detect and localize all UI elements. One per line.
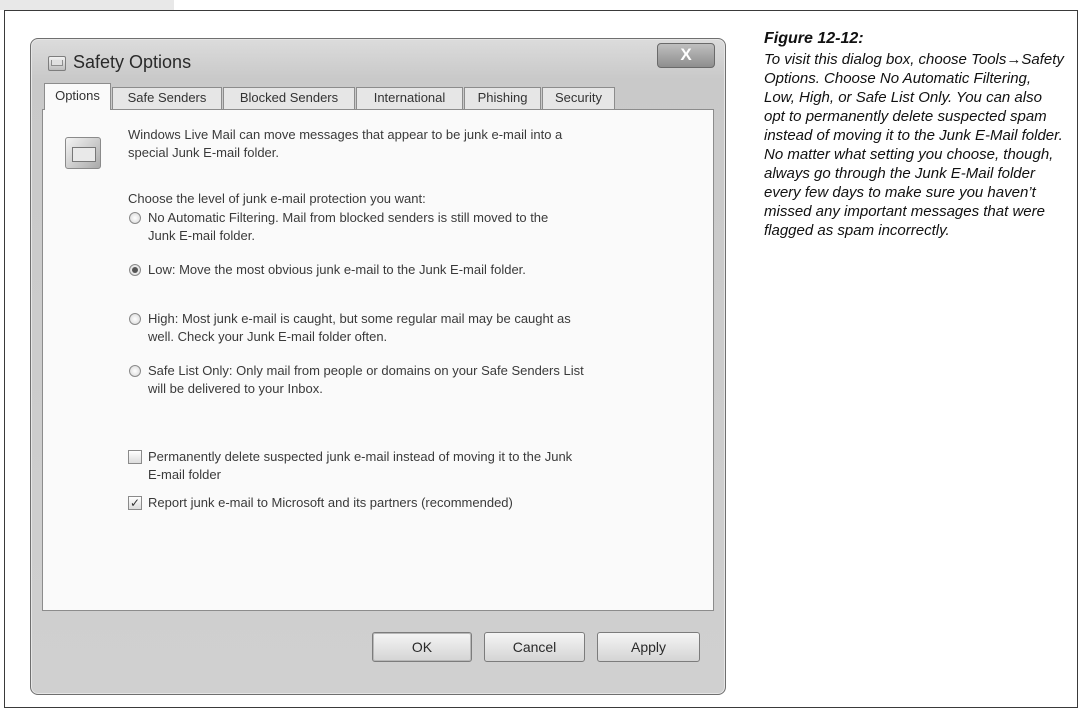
radio-safe-list-only-label: Safe List Only: Only mail from people or… — [148, 363, 584, 378]
intro-text-line1: Windows Live Mail can move messages that… — [128, 127, 563, 142]
radio-high-label-2: well. Check your Junk E-mail folder ofte… — [148, 329, 388, 344]
checkbox-report-junk-label: Report junk e-mail to Microsoft and its … — [148, 495, 513, 510]
radio-low-label: Low: Move the most obvious junk e-mail t… — [148, 262, 526, 277]
apply-button[interactable]: Apply — [597, 632, 700, 662]
title-bar[interactable]: Safety Options X — [31, 39, 725, 87]
window-icon — [48, 56, 66, 71]
figure-caption-title: Figure 12-12: — [764, 30, 864, 47]
tab-phishing[interactable]: Phishing — [464, 87, 541, 109]
radio-no-automatic-filtering-label: No Automatic Filtering. Mail from blocke… — [148, 210, 549, 225]
junk-mail-icon — [65, 137, 101, 169]
options-panel: Windows Live Mail can move messages that… — [42, 109, 714, 611]
radio-high-label: High: Most junk e-mail is caught, but so… — [148, 311, 571, 326]
window-title: Safety Options — [73, 52, 192, 72]
cancel-button[interactable]: Cancel — [484, 632, 585, 662]
radio-high[interactable] — [129, 313, 141, 325]
radio-safe-list-only-label-2: will be delivered to your Inbox. — [148, 381, 323, 396]
radio-no-automatic-filtering-label-2: Junk E-mail folder. — [148, 228, 255, 243]
checkbox-report-junk[interactable]: ✓ — [128, 496, 142, 510]
checkbox-permanently-delete[interactable] — [128, 450, 142, 464]
tab-strip: Options Safe Senders Blocked Senders Int… — [42, 83, 714, 110]
radio-safe-list-only[interactable] — [129, 365, 141, 377]
checkbox-permanently-delete-label: Permanently delete suspected junk e-mail… — [148, 449, 573, 464]
page-header-tab — [0, 0, 174, 10]
checkbox-permanently-delete-label-2: E-mail folder — [148, 467, 221, 482]
safety-options-dialog: Safety Options X Options Safe Senders Bl… — [30, 38, 726, 695]
protection-level-label: Choose the level of junk e-mail protecti… — [128, 191, 426, 206]
tab-safe-senders[interactable]: Safe Senders — [112, 87, 222, 109]
figure-caption-body: To visit this dialog box, choose Tools→S… — [764, 51, 1064, 239]
tab-options[interactable]: Options — [44, 83, 111, 110]
tab-blocked-senders[interactable]: Blocked Senders — [223, 87, 355, 109]
intro-text-line2: special Junk E-mail folder. — [128, 145, 280, 160]
radio-low[interactable] — [129, 264, 141, 276]
tab-security[interactable]: Security — [542, 87, 615, 109]
ok-button[interactable]: OK — [372, 632, 472, 662]
dialog-client-area: Options Safe Senders Blocked Senders Int… — [42, 83, 714, 683]
close-button[interactable]: X — [657, 43, 715, 68]
radio-no-automatic-filtering[interactable] — [129, 212, 141, 224]
tab-international[interactable]: International — [356, 87, 463, 109]
